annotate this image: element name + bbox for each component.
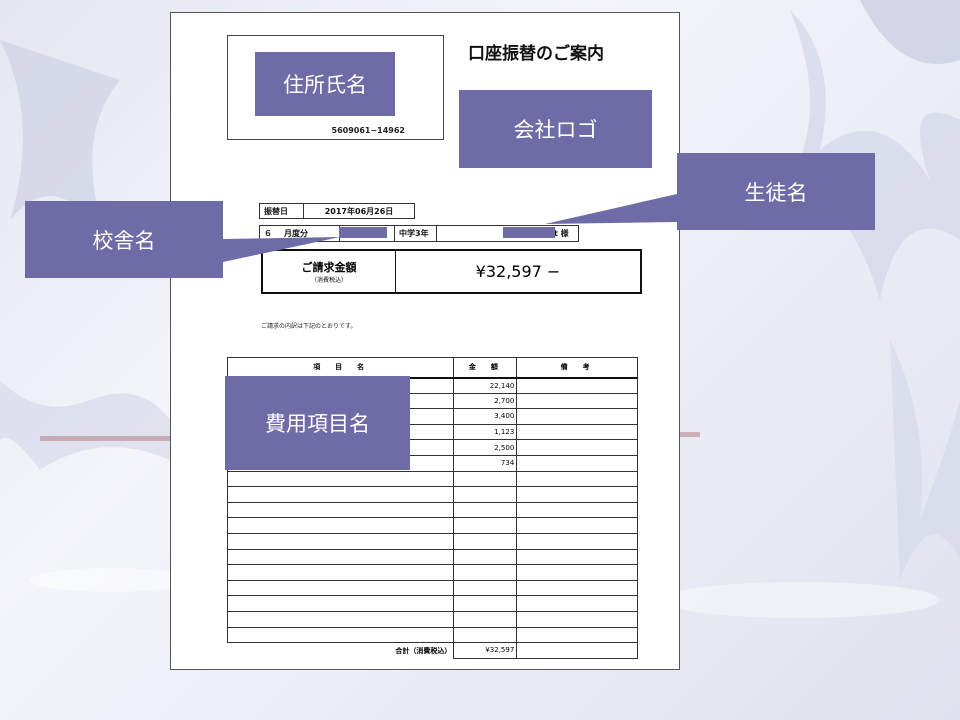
- amount-cell: [453, 548, 518, 566]
- total-label: 合計（消費税込）: [227, 642, 455, 659]
- billing-label: ご請求金額: [301, 261, 357, 274]
- table-row: [226, 626, 638, 644]
- billing-label-cell: ご請求金額 （消費税込）: [263, 251, 396, 292]
- item-name-cell: [226, 532, 455, 550]
- remarks-cell: [516, 392, 638, 410]
- table-row: [226, 470, 638, 488]
- remarks-cell: [516, 408, 638, 425]
- table-row: [226, 579, 638, 597]
- table-row: [226, 486, 638, 503]
- table-row: [226, 517, 638, 534]
- item-name-cell: [226, 501, 455, 519]
- item-name-cell: [226, 517, 455, 534]
- header-amount: 金 額: [453, 357, 518, 379]
- item-name-cell: [226, 595, 455, 612]
- intro-note: ご請求の内訳は下記のとおりです。: [261, 323, 357, 330]
- item-name-cell: [226, 548, 455, 566]
- remarks-cell: [516, 532, 638, 550]
- amount-cell: [453, 610, 518, 628]
- table-row: [226, 548, 638, 566]
- transfer-date-label: 振替日: [260, 204, 304, 218]
- month-value: ６: [264, 229, 272, 238]
- table-row: [226, 532, 638, 550]
- item-name-cell: [226, 564, 455, 581]
- amount-cell: [453, 517, 518, 534]
- month-suffix: 月度分: [280, 226, 340, 241]
- amount-cell: 734: [453, 454, 518, 472]
- remarks-cell: [516, 564, 638, 581]
- amount-cell: 3,400: [453, 408, 518, 425]
- table-header-row: 項 目 名 金 額 備 考: [226, 357, 638, 379]
- remarks-cell: [516, 486, 638, 503]
- company-logo-callout: 会社ロゴ: [459, 90, 652, 168]
- table-row: [226, 564, 638, 581]
- grade-value: 中学3年: [395, 226, 437, 241]
- remarks-cell: [516, 454, 638, 472]
- item-name-cell: [226, 470, 455, 488]
- redacted-school-name: [339, 227, 387, 238]
- table-row: [226, 610, 638, 628]
- billing-amount: ¥32,597 −: [475, 262, 561, 281]
- item-name-cell: [226, 486, 455, 503]
- amount-cell: [453, 501, 518, 519]
- remarks-cell: [516, 595, 638, 612]
- document-title: 口座振替のご案内: [468, 44, 604, 64]
- remarks-cell: [516, 501, 638, 519]
- remarks-cell: [516, 377, 638, 394]
- item-name-cell: [226, 626, 455, 644]
- transfer-date-row: 振替日 2017年06月26日: [259, 203, 415, 219]
- address-name-callout: 住所氏名: [255, 52, 395, 116]
- billing-tax-note: （消費税込）: [310, 277, 347, 284]
- total-row: 合計（消費税込） ¥32,597: [227, 642, 638, 659]
- item-name-cell: [226, 579, 455, 597]
- amount-cell: 2,500: [453, 439, 518, 456]
- amount-cell: 2,700: [453, 392, 518, 410]
- amount-cell: [453, 626, 518, 644]
- amount-cell: [453, 532, 518, 550]
- remarks-cell: [516, 423, 638, 441]
- billing-amount-box: ご請求金額 （消費税込） ¥32,597 −: [261, 249, 642, 294]
- school-name-callout: 校舎名: [25, 201, 223, 278]
- amount-cell: [453, 470, 518, 488]
- amount-cell: 1,123: [453, 423, 518, 441]
- header-item-name: 項 目 名: [226, 357, 455, 379]
- total-value: ¥32,597: [453, 642, 518, 659]
- total-remarks-cell: [516, 642, 638, 659]
- transfer-date-value: 2017年06月26日: [324, 206, 394, 216]
- amount-cell: 22,140: [453, 377, 518, 394]
- amount-cell: [453, 486, 518, 503]
- remarks-cell: [516, 579, 638, 597]
- table-row: [226, 595, 638, 612]
- amount-cell: [453, 595, 518, 612]
- header-remarks: 備 考: [516, 357, 638, 379]
- remarks-cell: [516, 548, 638, 566]
- account-code: 5609061−14962: [331, 126, 406, 135]
- redacted-student-name: [503, 227, 555, 238]
- item-name-cell: [226, 610, 455, 628]
- student-name-callout: 生徒名: [677, 153, 875, 230]
- amount-cell: [453, 564, 518, 581]
- remarks-cell: [516, 517, 638, 534]
- remarks-cell: [516, 610, 638, 628]
- table-row: [226, 501, 638, 519]
- expense-item-callout: 費用項目名: [225, 376, 410, 470]
- remarks-cell: [516, 470, 638, 488]
- remarks-cell: [516, 439, 638, 456]
- remarks-cell: [516, 626, 638, 644]
- amount-cell: [453, 579, 518, 597]
